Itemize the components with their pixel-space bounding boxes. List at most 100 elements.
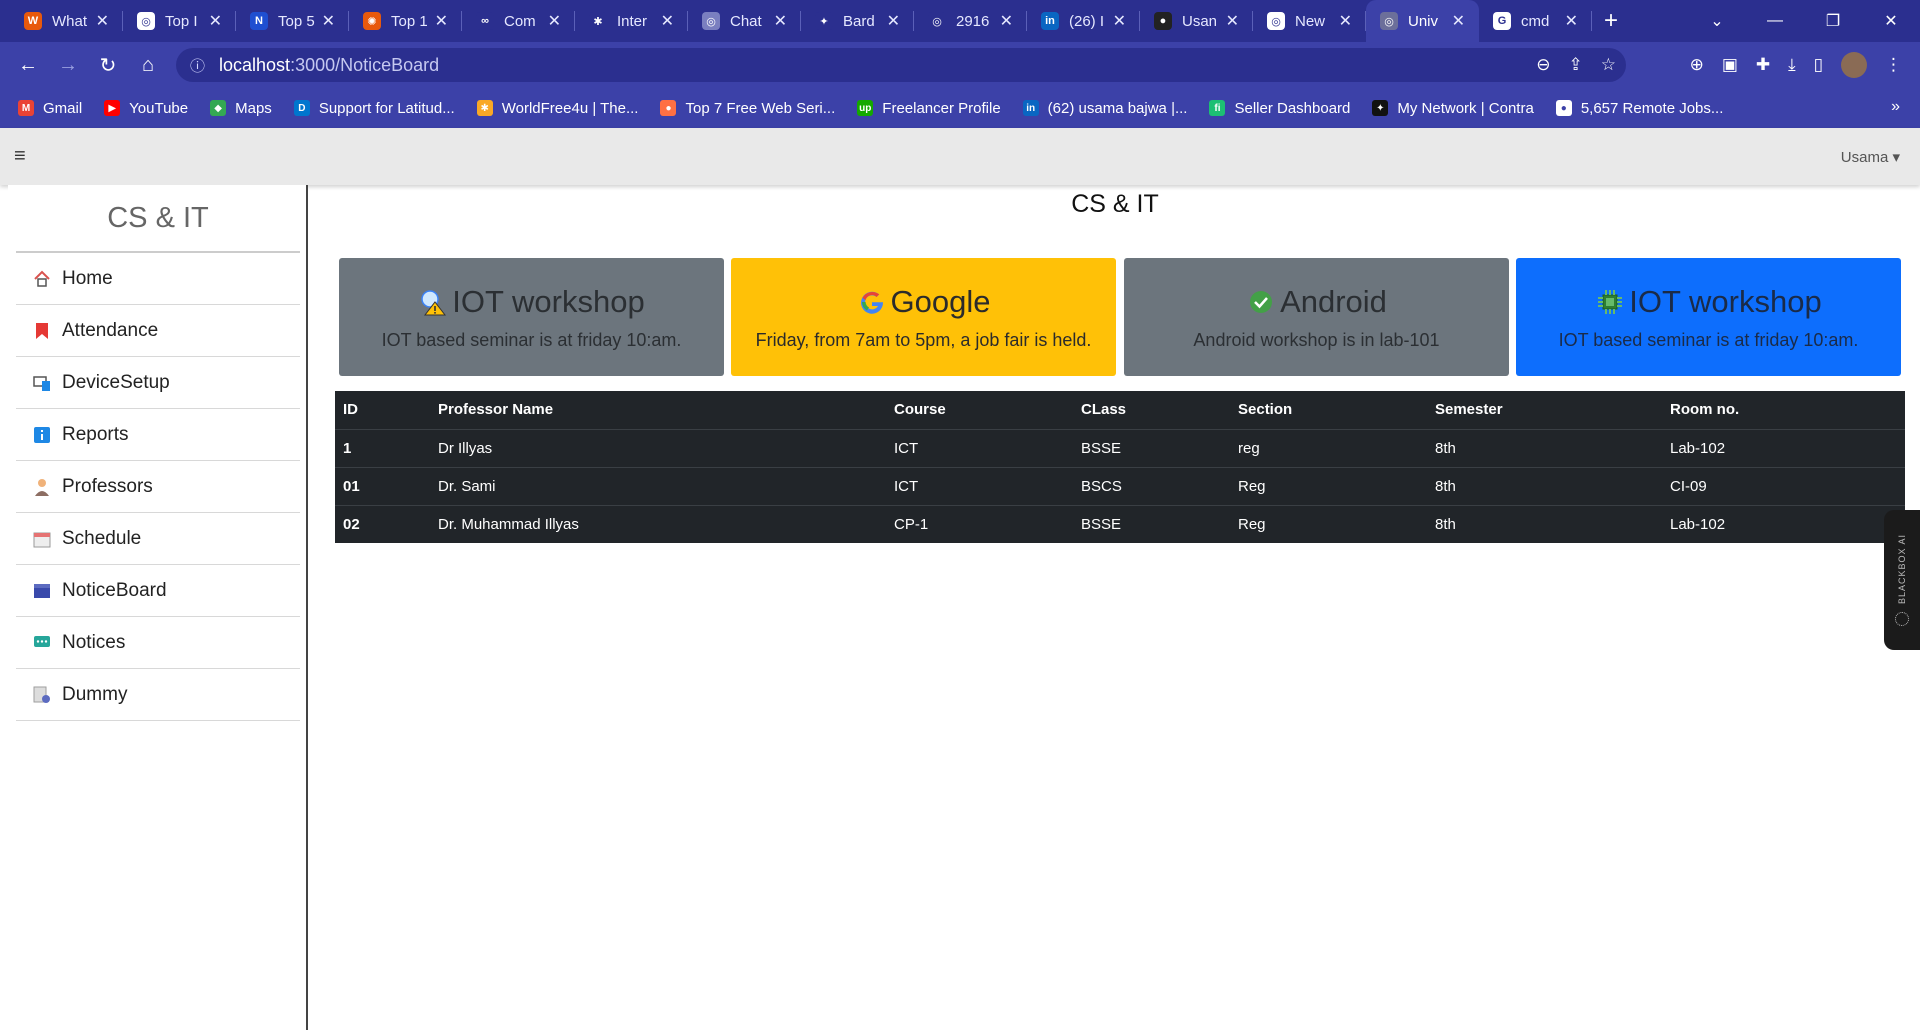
tab-title: Top I	[165, 12, 198, 30]
sidebar-item-home[interactable]: Home	[16, 253, 300, 305]
tab-close-icon[interactable]: ✕	[435, 11, 448, 31]
bookmark-item[interactable]: in (62) usama bajwa |...	[1022, 100, 1187, 117]
close-window-button[interactable]: ✕	[1862, 0, 1920, 42]
tab-close-icon[interactable]: ✕	[96, 11, 109, 31]
bookmark-favicon-glyph: ●	[665, 102, 672, 114]
browser-tab[interactable]: W What ✕	[10, 0, 123, 42]
browser-tab[interactable]: ◎ Top I ✕	[123, 0, 236, 42]
tab-title: 2916	[956, 12, 990, 30]
restore-button[interactable]: ❐	[1804, 0, 1862, 42]
minimize-button[interactable]: —	[1746, 0, 1804, 42]
tab-close-icon[interactable]: ✕	[1565, 11, 1578, 31]
bookmark-item[interactable]: ◆ Maps	[210, 100, 272, 117]
bookmark-item[interactable]: fi Seller Dashboard	[1209, 100, 1350, 117]
tab-favicon-glyph: ✦	[819, 15, 829, 28]
browser-tab[interactable]: ◎ Univ ✕	[1366, 0, 1479, 42]
home-button[interactable]: ⌂	[128, 45, 168, 85]
tab-favicon-icon: W	[24, 12, 42, 30]
bookmark-item[interactable]: ✦ My Network | Contra	[1372, 100, 1534, 117]
tab-favicon-glyph: W	[27, 15, 39, 27]
profile-avatar[interactable]	[1841, 52, 1867, 78]
tab-close-icon[interactable]: ✕	[1000, 11, 1013, 31]
bookmark-item[interactable]: ● Top 7 Free Web Seri...	[660, 100, 835, 117]
column-header: Professor Name	[430, 391, 886, 430]
zoom-icon[interactable]: ⊖	[1536, 55, 1550, 75]
extensions-puzzle-icon[interactable]: ✚	[1756, 55, 1770, 75]
tab-close-icon[interactable]: ✕	[209, 11, 222, 31]
tab-favicon-glyph: ◎	[1271, 15, 1281, 28]
new-tab-button[interactable]: +	[1592, 0, 1630, 42]
share-icon[interactable]: ⇪	[1569, 55, 1583, 75]
back-button[interactable]: ←	[8, 45, 48, 85]
table-cell: 01	[335, 466, 430, 505]
tab-title: Top 5	[278, 12, 315, 30]
browser-tab[interactable]: ◎ Chat ✕	[688, 0, 801, 42]
sidebar-item-reports[interactable]: Reports	[16, 409, 300, 461]
user-dropdown[interactable]: Usama ▾	[1841, 148, 1900, 166]
tab-close-icon[interactable]: ✕	[1339, 11, 1352, 31]
bookmark-item[interactable]: ▶ YouTube	[104, 100, 188, 117]
more-bookmarks-icon[interactable]: »	[1891, 98, 1900, 116]
sidebar-item-professors[interactable]: Professors	[16, 461, 300, 513]
tab-close-icon[interactable]: ✕	[887, 11, 900, 31]
tab-close-icon[interactable]: ✕	[661, 11, 674, 31]
site-info-icon[interactable]: ⓘ	[190, 55, 205, 76]
tab-close-icon[interactable]: ✕	[1113, 11, 1126, 31]
forward-button[interactable]: →	[48, 45, 88, 85]
side-panel-icon[interactable]: ▯	[1814, 55, 1823, 75]
tab-title: Inter	[617, 12, 648, 30]
hamburger-menu-icon[interactable]: ≡	[14, 145, 26, 168]
browser-tab[interactable]: ◎ New ✕	[1253, 0, 1366, 42]
browser-tab[interactable]: ● Usan ✕	[1140, 0, 1253, 42]
tab-favicon-glyph: ◎	[1384, 15, 1394, 28]
browser-tab[interactable]: in (26) I ✕	[1027, 0, 1140, 42]
notice-card-heading: IOT workshop	[1629, 283, 1822, 319]
bookmark-star-icon[interactable]: ☆	[1601, 55, 1616, 75]
bookmarks-bar: M Gmail ▶ YouTube ◆ Maps D Support for Latitud.…	[0, 88, 1920, 128]
browser-menu-icon[interactable]: ⋮	[1885, 55, 1902, 75]
table-row: 02 Dr. Muhammad Illyas CP-1 BSSE Reg 8th Lab-1…	[335, 504, 1905, 543]
bookmark-item[interactable]: D Support for Latitud...	[293, 100, 455, 117]
browser-tab[interactable]: ✺ Top 1 ✕	[349, 0, 462, 42]
sidebar-item-schedule[interactable]: Schedule	[16, 513, 300, 565]
download-icon[interactable]: ⤓	[1788, 55, 1796, 75]
table-cell: Dr. Muhammad Illyas	[430, 504, 886, 543]
browser-tab[interactable]: Gcmd ✕	[1479, 0, 1592, 42]
sidebar-item-dummy[interactable]: Dummy	[16, 669, 300, 721]
tab-close-icon[interactable]: ✕	[1452, 11, 1465, 31]
tab-close-icon[interactable]: ✕	[774, 11, 787, 31]
tab-search-icon[interactable]: ⌄	[1688, 0, 1746, 42]
bookmark-favicon-icon: ▶	[104, 100, 121, 116]
tab-close-icon[interactable]: ✕	[322, 11, 335, 31]
browser-tab[interactable]: N Top 5 ✕	[236, 0, 349, 42]
reload-button[interactable]: ↻	[88, 45, 128, 85]
extension-plus-icon[interactable]: ⊕	[1690, 55, 1704, 75]
address-bar[interactable]: ⓘ localhost:3000/NoticeBoard ⊖ ⇪ ☆	[176, 48, 1626, 82]
notice-card-heading: Google	[890, 283, 991, 319]
column-header: ID	[335, 391, 430, 430]
tab-close-icon[interactable]: ✕	[548, 11, 561, 31]
sidebar-item-attendance[interactable]: Attendance	[16, 305, 300, 357]
browser-tab[interactable]: ✱ Inter ✕	[575, 0, 688, 42]
blackbox-ai-widget[interactable]: BLACKBOX AI	[1884, 510, 1920, 650]
bookmark-favicon-icon: ◆	[210, 100, 227, 116]
notice-card-body: Friday, from 7am to 5pm, a job fair is h…	[755, 329, 1092, 350]
extension-b-icon[interactable]: ▣	[1722, 55, 1738, 75]
browser-tab[interactable]: ∞ Com ✕	[462, 0, 575, 42]
sidebar-item-notices[interactable]: Notices	[16, 617, 300, 669]
browser-tab[interactable]: ◎ 2916 ✕	[914, 0, 1027, 42]
bookmark-item[interactable]: ● 5,657 Remote Jobs...	[1555, 100, 1723, 117]
bookmark-favicon-icon: ✱	[476, 100, 493, 116]
bookmark-item[interactable]: M Gmail	[18, 100, 82, 117]
sidebar-item-devicesetup[interactable]: DeviceSetup	[16, 357, 300, 409]
browser-tab[interactable]: ✦ Bard ✕	[801, 0, 914, 42]
sidebar-item-noticeboard[interactable]: NoticeBoard	[16, 565, 300, 617]
page-title: CS & IT	[1071, 190, 1159, 218]
tab-close-icon[interactable]: ✕	[1226, 11, 1239, 31]
sidebar-item-label: DeviceSetup	[62, 371, 170, 393]
bookmark-item[interactable]: up Freelancer Profile	[857, 100, 1001, 117]
bookmark-item[interactable]: ✱ WorldFree4u | The...	[476, 100, 638, 117]
bookmark-icon	[32, 321, 52, 341]
tab-title: New	[1295, 12, 1326, 30]
table-header-row: ID Professor Name Course CLass Section Semest…	[335, 391, 1905, 430]
